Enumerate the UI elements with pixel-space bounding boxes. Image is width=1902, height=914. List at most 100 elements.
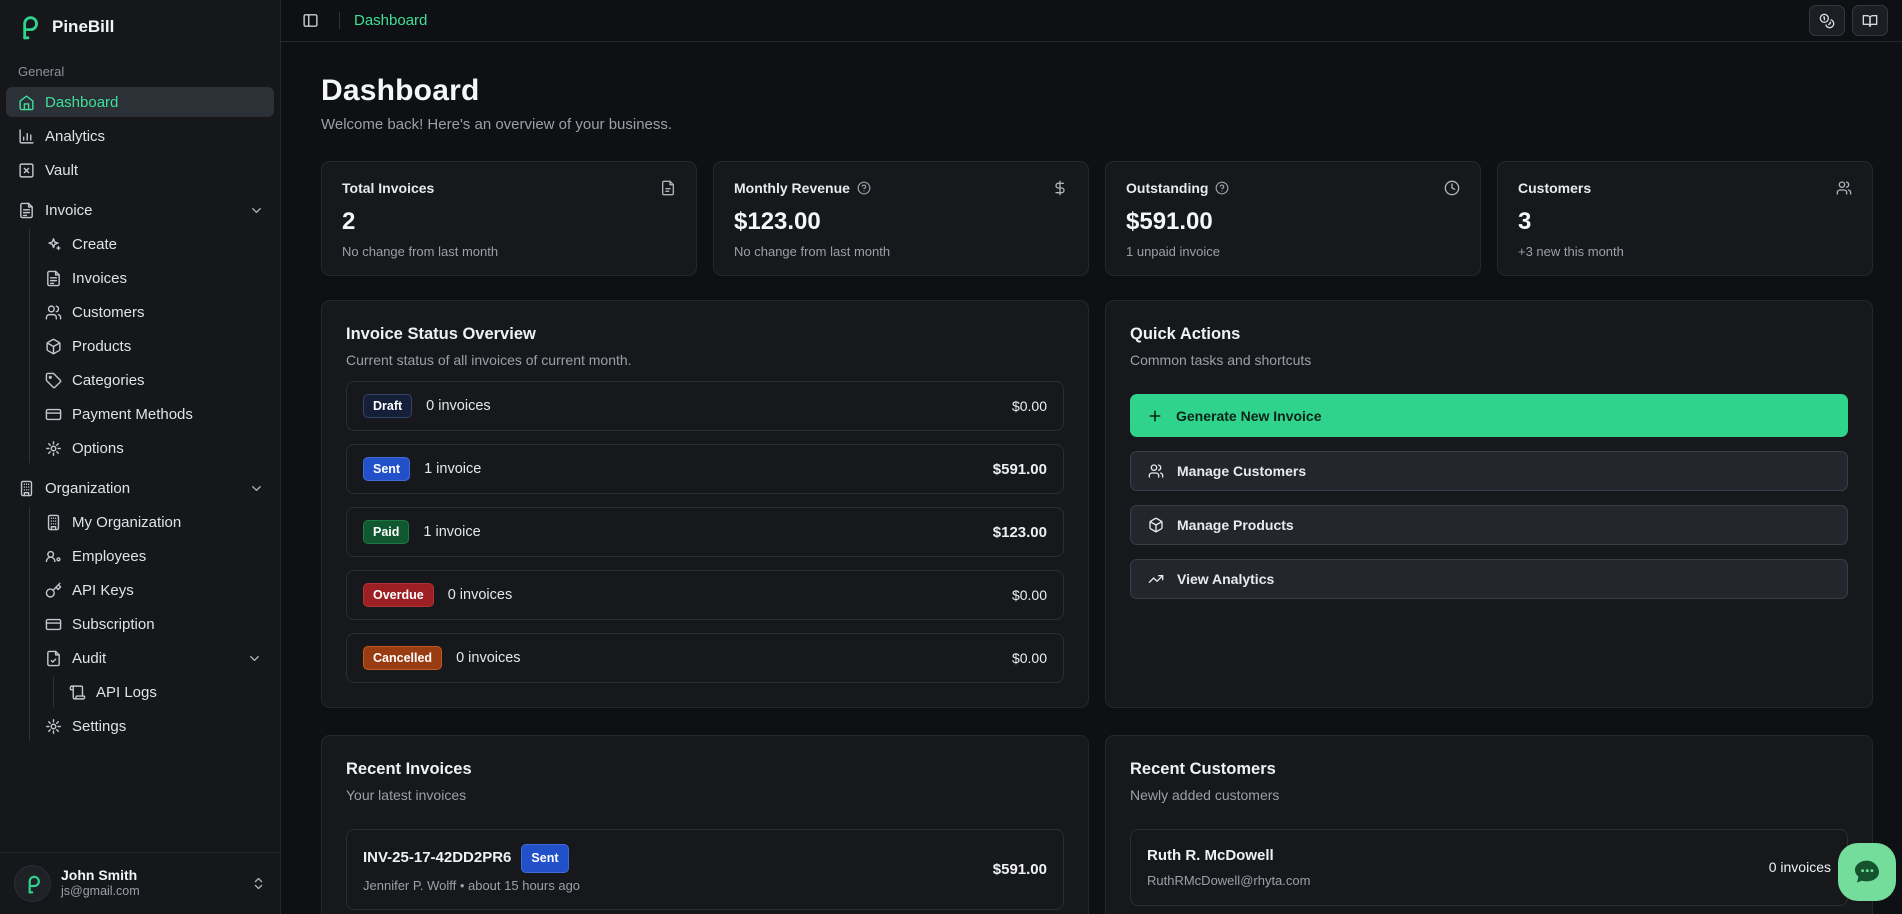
sidebar-item-options[interactable]: Options — [30, 433, 272, 463]
help-circle-icon[interactable] — [857, 181, 871, 195]
sidebar-item-label: API Logs — [96, 684, 157, 701]
recent-customers-card: Recent Customers Newly added customers R… — [1105, 735, 1873, 914]
sidebar-item-products[interactable]: Products — [30, 331, 272, 361]
sidebar-item-customers[interactable]: Customers — [30, 297, 272, 327]
stat-cards: Total Invoices 2 No change from last mon… — [321, 161, 1873, 276]
book-open-icon — [1862, 13, 1878, 29]
stat-label: Customers — [1518, 180, 1591, 196]
organization-submenu: My Organization Employees API Keys Subsc… — [29, 507, 280, 741]
invoice-status-badge: Sent — [521, 844, 568, 873]
sidebar-item-categories[interactable]: Categories — [30, 365, 272, 395]
card-title: Quick Actions — [1130, 325, 1848, 344]
status-amount: $123.00 — [993, 524, 1047, 541]
status-count: 1 invoice — [424, 461, 481, 477]
currency-button[interactable] — [1809, 5, 1845, 36]
status-row-paid: Paid 1 invoice $123.00 — [346, 507, 1064, 557]
stat-note: No change from last month — [342, 244, 676, 259]
sidebar-item-label: Create — [72, 236, 117, 253]
status-count: 0 invoices — [456, 650, 520, 666]
sidebar-item-label: Customers — [72, 304, 145, 321]
invoice-submenu: Create Invoices Customers Products Categ… — [29, 229, 280, 463]
status-row-overdue: Overdue 0 invoices $0.00 — [346, 570, 1064, 620]
topbar-actions — [1809, 5, 1888, 36]
view-analytics-button[interactable]: View Analytics — [1130, 559, 1848, 599]
sidebar-item-api-keys[interactable]: API Keys — [30, 575, 272, 605]
house-icon — [18, 94, 35, 111]
chevron-down-icon — [249, 203, 264, 218]
bottom-row: Recent Invoices Your latest invoices INV… — [321, 735, 1873, 914]
sidebar-item-my-organization[interactable]: My Organization — [30, 507, 272, 537]
status-count: 1 invoice — [423, 524, 480, 540]
docs-button[interactable] — [1852, 5, 1888, 36]
status-badge: Sent — [363, 457, 410, 481]
stat-label: Total Invoices — [342, 180, 434, 196]
user-name: John Smith — [61, 867, 140, 885]
sidebar-item-analytics[interactable]: Analytics — [6, 121, 274, 151]
sidebar-item-settings[interactable]: Settings — [30, 711, 272, 741]
sidebar-item-audit[interactable]: Audit — [30, 643, 272, 673]
vault-icon — [18, 162, 35, 179]
sidebar-item-subscription[interactable]: Subscription — [30, 609, 272, 639]
sidebar-item-label: Invoices — [72, 270, 127, 287]
sidebar-item-employees[interactable]: Employees — [30, 541, 272, 571]
sidebar-item-create[interactable]: Create — [30, 229, 272, 259]
sidebar-toggle-button[interactable] — [295, 6, 325, 36]
avatar — [14, 865, 51, 902]
sidebar-item-label: My Organization — [72, 514, 181, 531]
sidebar-item-label: Categories — [72, 372, 145, 389]
status-amount: $0.00 — [1012, 650, 1047, 666]
customer-name: Ruth R. McDowell — [1147, 847, 1274, 864]
invoice-meta: Jennifer P. Wolff • about 15 hours ago — [363, 876, 580, 896]
help-circle-icon[interactable] — [1215, 181, 1229, 195]
invoice-list-item[interactable]: INV-25-17-42DD2PR6 Sent Jennifer P. Wolf… — [346, 829, 1064, 910]
app-name: PineBill — [52, 17, 114, 37]
status-row-draft: Draft 0 invoices $0.00 — [346, 381, 1064, 431]
status-badge: Overdue — [363, 583, 434, 607]
invoice-number: INV-25-17-42DD2PR6 — [363, 847, 511, 870]
stat-card-monthly-revenue: Monthly Revenue $123.00 No change from l… — [713, 161, 1089, 276]
stat-note: +3 new this month — [1518, 244, 1852, 259]
button-label: Manage Customers — [1177, 463, 1306, 479]
gear-icon — [45, 718, 62, 735]
manage-customers-button[interactable]: Manage Customers — [1130, 451, 1848, 491]
sidebar-item-vault[interactable]: Vault — [6, 155, 274, 185]
card-subtitle: Common tasks and shortcuts — [1130, 352, 1848, 368]
sidebar-item-invoices[interactable]: Invoices — [30, 263, 272, 293]
gear-icon — [45, 440, 62, 457]
sidebar-item-api-logs[interactable]: API Logs — [54, 677, 272, 707]
sidebar-item-dashboard[interactable]: Dashboard — [6, 87, 274, 117]
status-badge: Cancelled — [363, 646, 442, 670]
button-label: Generate New Invoice — [1176, 408, 1322, 424]
sidebar-item-label: Invoice — [45, 202, 93, 219]
building-icon — [45, 514, 62, 531]
package-icon — [1148, 517, 1164, 533]
invoice-status-card: Invoice Status Overview Current status o… — [321, 300, 1089, 708]
chat-bubble-icon — [1851, 856, 1883, 888]
chat-fab-button[interactable] — [1838, 843, 1896, 901]
card-subtitle: Current status of all invoices of curren… — [346, 352, 1064, 368]
users-icon — [45, 304, 62, 321]
generate-new-invoice-button[interactable]: Generate New Invoice — [1130, 394, 1848, 437]
breadcrumb[interactable]: Dashboard — [354, 12, 427, 29]
invoice-info: INV-25-17-42DD2PR6 Sent Jennifer P. Wolf… — [363, 844, 580, 895]
user-menu[interactable]: John Smith js@gmail.com — [0, 852, 280, 914]
topbar: Dashboard — [281, 0, 1902, 42]
status-row-sent: Sent 1 invoice $591.00 — [346, 444, 1064, 494]
sidebar-item-label: Settings — [72, 718, 126, 735]
scroll-icon — [69, 684, 86, 701]
customer-list-item[interactable]: Ruth R. McDowell RuthRMcDowell@rhyta.com… — [1130, 829, 1848, 906]
sidebar: PineBill General Dashboard Analytics Vau… — [0, 0, 281, 914]
stat-value: 2 — [342, 208, 676, 236]
coins-icon — [1819, 13, 1835, 29]
sidebar-item-organization[interactable]: Organization — [6, 473, 274, 503]
status-count: 0 invoices — [426, 398, 490, 414]
status-amount: $0.00 — [1012, 398, 1047, 414]
stat-value: $123.00 — [734, 208, 1068, 236]
recent-invoices-card: Recent Invoices Your latest invoices INV… — [321, 735, 1089, 914]
middle-row: Invoice Status Overview Current status o… — [321, 300, 1873, 708]
customer-email: RuthRMcDowell@rhyta.com — [1147, 871, 1310, 891]
sidebar-item-payment-methods[interactable]: Payment Methods — [30, 399, 272, 429]
sidebar-item-label: Dashboard — [45, 94, 118, 111]
sidebar-item-invoice[interactable]: Invoice — [6, 195, 274, 225]
manage-products-button[interactable]: Manage Products — [1130, 505, 1848, 545]
